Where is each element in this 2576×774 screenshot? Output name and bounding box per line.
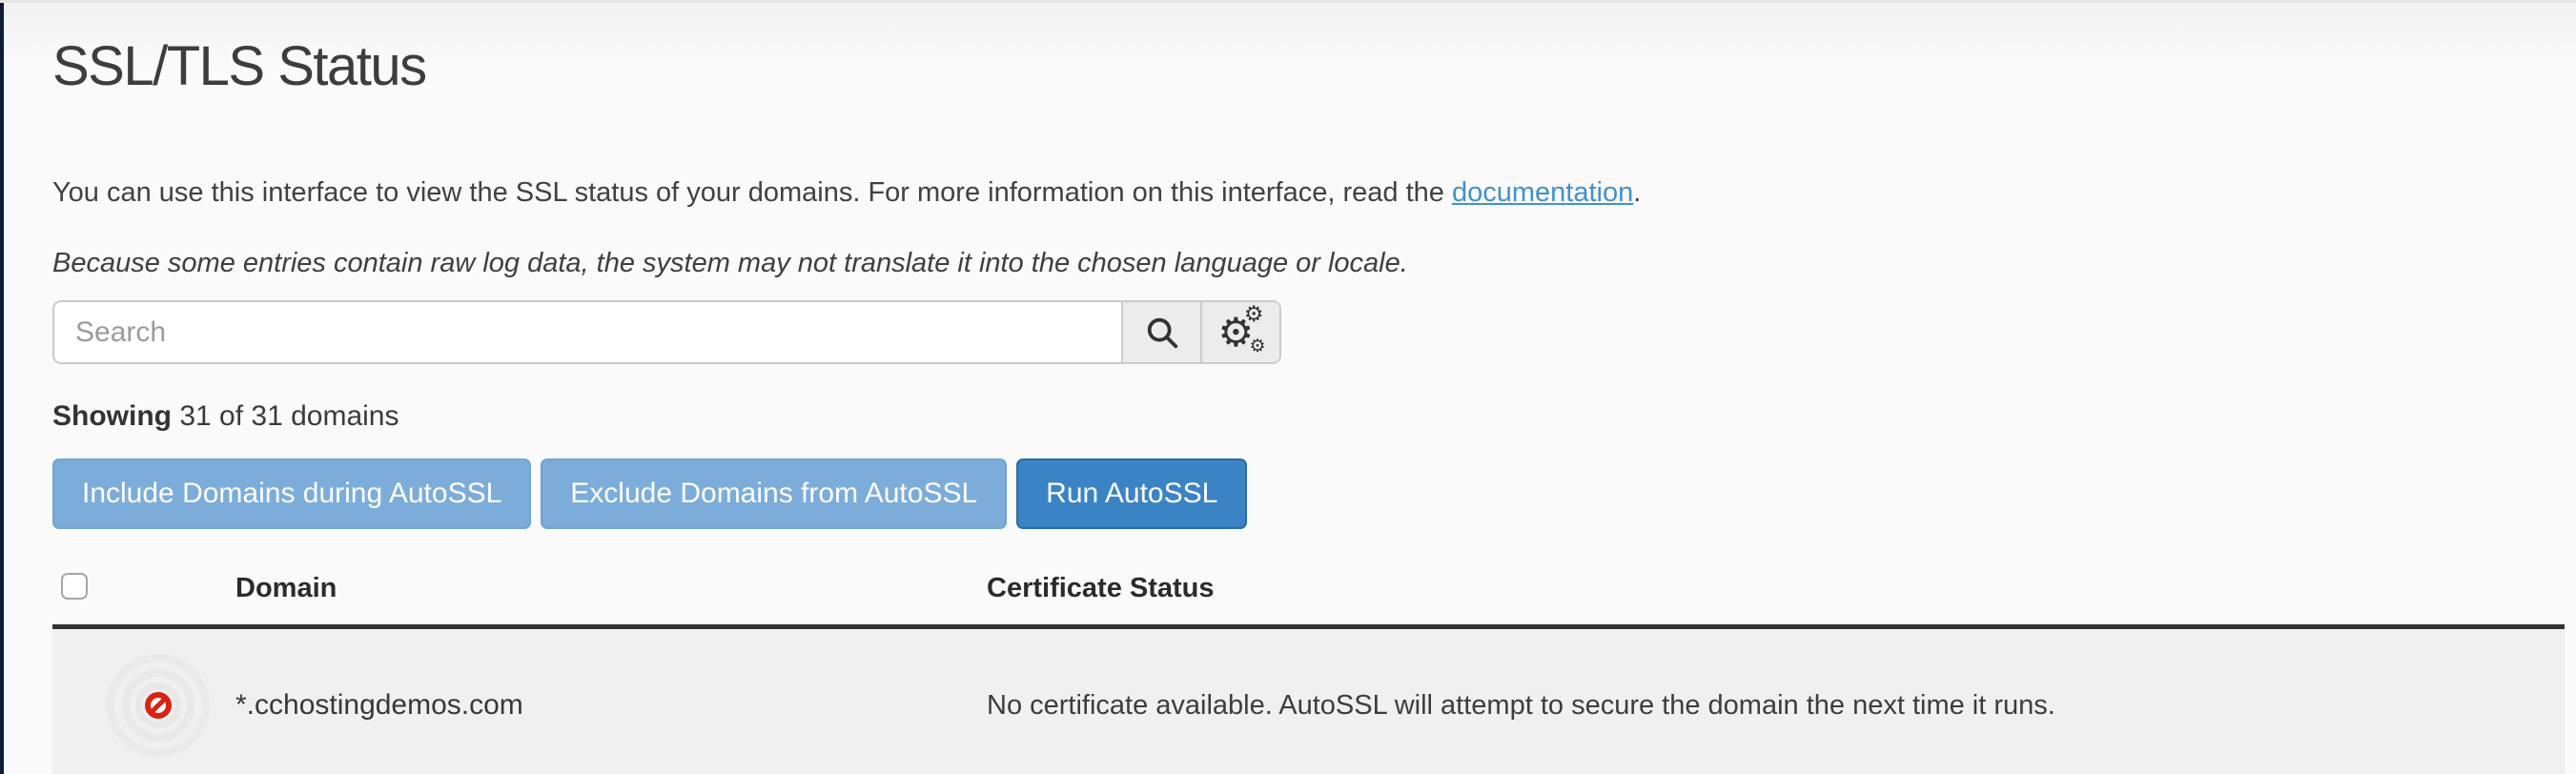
summary-label: Showing (52, 400, 172, 432)
search-button[interactable] (1121, 302, 1200, 362)
left-accent-bar (0, 3, 4, 774)
page-top-divider (0, 0, 2576, 3)
autossl-toolbar: Include Domains during AutoSSL Exclude D… (52, 458, 1247, 529)
status-ripple-middle (122, 669, 194, 742)
run-autossl-button[interactable]: Run AutoSSL (1016, 458, 1247, 529)
status-ripple-outer (107, 654, 210, 757)
status-icon-cell (52, 654, 235, 757)
domains-table: Domain Certificate Status *.cchostingdem… (52, 553, 2565, 774)
intro-text: You can use this interface to view the S… (52, 177, 1452, 208)
locale-note: Because some entries contain raw log dat… (52, 248, 1408, 279)
search-settings-button[interactable] (1200, 302, 1279, 362)
page-title: SSL/TLS Status (52, 34, 426, 98)
domains-count-summary: Showing 31 of 31 domains (52, 400, 399, 433)
not-secured-icon (145, 692, 172, 719)
domain-column-header: Domain (235, 573, 987, 604)
search-input[interactable] (54, 302, 1121, 362)
gears-icon (1218, 312, 1264, 354)
exclude-domains-button[interactable]: Exclude Domains from AutoSSL (541, 458, 1007, 529)
select-all-cell (52, 573, 235, 604)
intro-text-suffix: . (1633, 177, 1641, 208)
domain-name: *.cchostingdemos.com (235, 689, 987, 722)
table-header-row: Domain Certificate Status (52, 553, 2565, 629)
table-row: *.cchostingdemos.com No certificate avai… (52, 629, 2565, 774)
include-domains-button[interactable]: Include Domains during AutoSSL (52, 458, 531, 529)
search-icon (1144, 315, 1180, 351)
documentation-link[interactable]: documentation (1452, 177, 1633, 208)
search-group (52, 300, 1281, 364)
certificate-status-column-header: Certificate Status (987, 573, 2565, 604)
status-ripple-inner (135, 682, 181, 728)
select-all-checkbox[interactable] (61, 573, 88, 600)
intro-paragraph: You can use this interface to view the S… (52, 177, 1641, 209)
summary-value: 31 of 31 domains (172, 400, 399, 432)
certificate-status-text: No certificate available. AutoSSL will a… (987, 690, 2565, 722)
